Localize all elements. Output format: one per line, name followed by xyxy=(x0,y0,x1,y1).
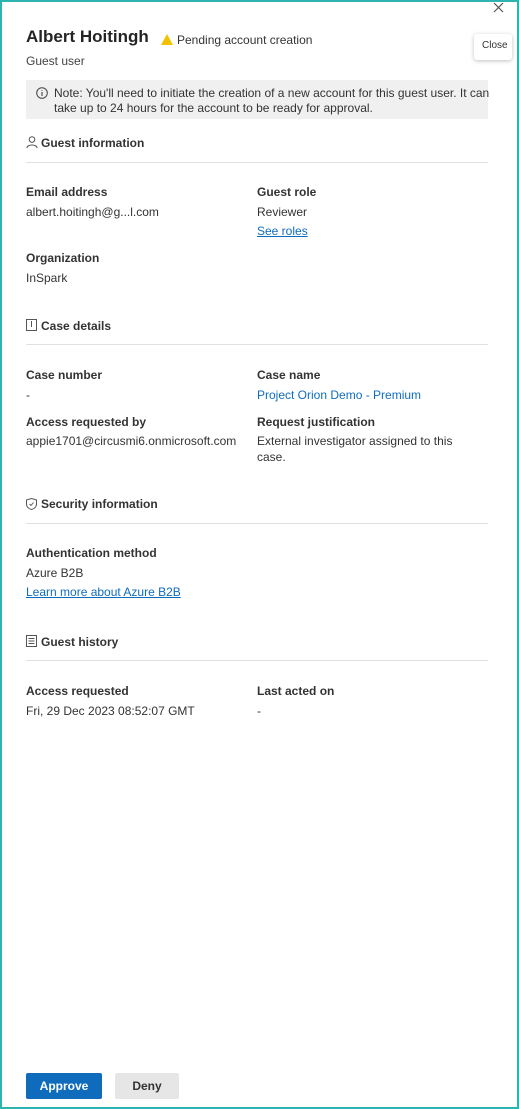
access-requested-by-label: Access requested by xyxy=(26,415,147,429)
section-title-security-information: Security information xyxy=(41,497,158,511)
authentication-method-label: Authentication method xyxy=(26,546,157,560)
case-name-label: Case name xyxy=(257,368,321,382)
email-value: albert.hoitingh@g...l.com xyxy=(26,205,159,219)
divider xyxy=(26,523,488,524)
request-justification-line2: case. xyxy=(257,450,286,464)
close-icon[interactable] xyxy=(492,0,506,13)
close-tooltip-text: Close xyxy=(482,40,508,51)
guest-role-value: Reviewer xyxy=(257,205,308,219)
divider xyxy=(26,162,488,163)
last-acted-on-value: - xyxy=(257,704,261,718)
history-icon xyxy=(26,634,37,652)
divider xyxy=(26,660,488,661)
section-title-case-details: Case details xyxy=(41,319,112,333)
request-justification-line1: External investigator assigned to this xyxy=(257,434,453,448)
section-title-guest-history: Guest history xyxy=(41,635,119,649)
learn-more-azure-b2b-link[interactable]: Learn more about Azure B2B xyxy=(26,585,181,599)
access-requested-value: Fri, 29 Dec 2023 08:52:07 GMT xyxy=(26,704,195,718)
note-banner: Note: You'll need to initiate the creati… xyxy=(26,80,490,119)
close-tooltip: Close xyxy=(474,34,512,60)
access-requested-by-value: appie1701@circusmi6.onmicrosoft.com xyxy=(26,434,237,448)
warning-icon xyxy=(161,32,173,50)
deny-button[interactable]: Deny xyxy=(115,1073,179,1099)
authentication-method-value: Azure B2B xyxy=(26,566,84,580)
organization-label: Organization xyxy=(26,251,100,265)
note-text-line1: Note: You'll need to initiate the creati… xyxy=(54,86,490,100)
approve-button[interactable]: Approve xyxy=(26,1073,102,1099)
divider xyxy=(26,344,488,345)
info-icon xyxy=(36,86,48,104)
note-text-line2: take up to 24 hours for the account to b… xyxy=(54,101,373,115)
shield-icon xyxy=(26,497,37,515)
see-roles-link[interactable]: See roles xyxy=(257,224,308,238)
case-number-value: - xyxy=(26,388,30,402)
last-acted-on-label: Last acted on xyxy=(257,684,335,698)
section-title-guest-information: Guest information xyxy=(41,136,145,150)
request-justification-label: Request justification xyxy=(257,415,376,429)
guest-role-label: Guest role xyxy=(257,185,317,199)
status-text: Pending account creation xyxy=(177,33,313,47)
case-number-label: Case number xyxy=(26,368,103,382)
page-title: Albert Hoitingh xyxy=(26,27,149,46)
organization-value: InSpark xyxy=(26,271,68,285)
email-label: Email address xyxy=(26,185,108,199)
page-subtitle: Guest user xyxy=(26,54,85,68)
case-icon xyxy=(26,318,37,336)
person-icon xyxy=(26,135,38,153)
access-requested-label: Access requested xyxy=(26,684,129,698)
case-name-link[interactable]: Project Orion Demo - Premium xyxy=(257,388,421,402)
